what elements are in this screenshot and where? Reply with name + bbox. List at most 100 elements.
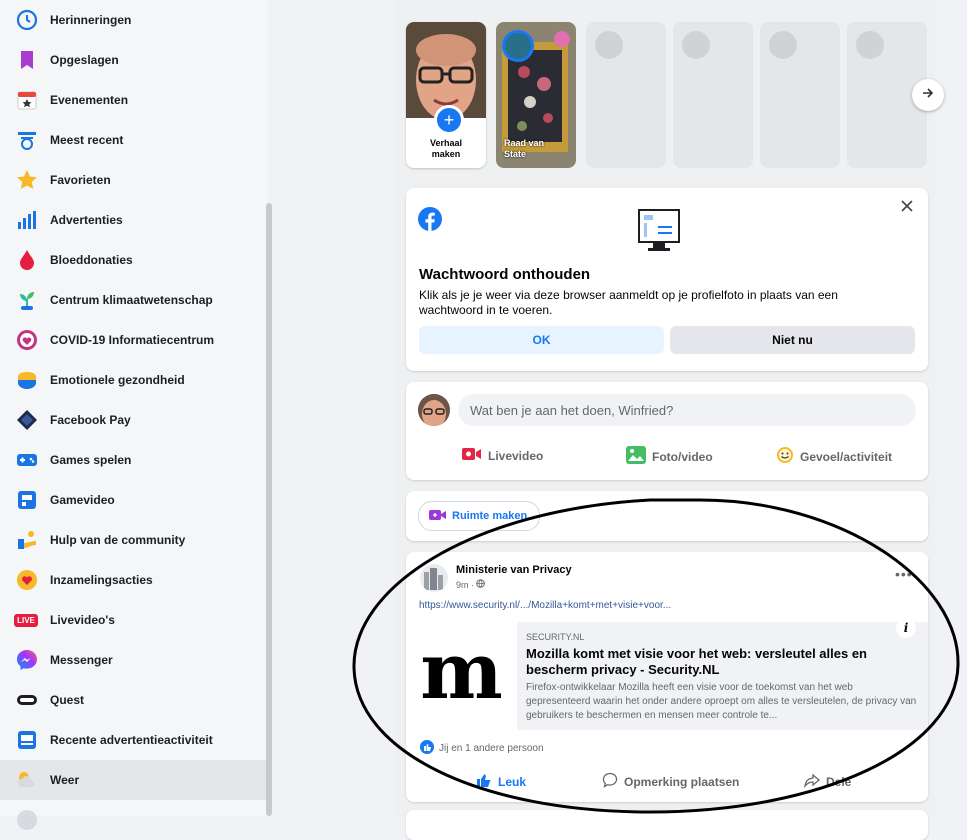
ads-chart-icon xyxy=(16,209,38,231)
comment-label: Opmerking plaatsen xyxy=(624,774,740,789)
create-story-card[interactable]: + Verhaal maken xyxy=(406,22,486,168)
story-avatar-placeholder xyxy=(595,31,623,59)
share-button[interactable]: Dele xyxy=(804,772,851,791)
sidebar-item-favorieten[interactable]: Favorieten xyxy=(0,160,268,200)
sidebar-item-gamevideo[interactable]: Gamevideo xyxy=(0,480,268,520)
not-now-button[interactable]: Niet nu xyxy=(670,326,915,354)
feeling-activity-label: Gevoel/activiteit xyxy=(800,449,893,464)
blood-drop-icon xyxy=(16,249,38,271)
sidebar-item-label: Hulp van de community xyxy=(50,533,186,547)
ok-button[interactable]: OK xyxy=(419,326,664,354)
avatar[interactable] xyxy=(418,394,450,426)
post-author[interactable]: Ministerie van Privacy xyxy=(456,564,572,576)
sidebar-item-label: Gamevideo xyxy=(50,493,115,507)
ad-activity-icon xyxy=(16,729,38,751)
sidebar-item-weer[interactable]: Weer xyxy=(0,760,268,800)
arrow-right-icon xyxy=(921,86,935,105)
post-link[interactable]: https://www.security.nl/.../Mozilla+komt… xyxy=(419,600,671,611)
community-help-icon xyxy=(16,529,38,551)
sidebar-item-advertenties[interactable]: Advertenties xyxy=(0,200,268,240)
sidebar-item-quest[interactable]: Quest xyxy=(0,680,268,720)
sidebar-item-label: Weer xyxy=(50,773,80,787)
fundraiser-icon xyxy=(16,569,38,591)
sidebar-scrollbar[interactable] xyxy=(266,203,272,816)
add-story-button[interactable]: + xyxy=(434,105,464,135)
sidebar-item-recente-advertentieactiviteit[interactable]: Recente advertentieactiviteit xyxy=(0,720,268,760)
story-raad-van-state[interactable]: Raad van State xyxy=(496,22,576,168)
reaction-summary[interactable]: Jij en 1 andere persoon xyxy=(420,740,544,757)
post-options-icon[interactable]: ••• xyxy=(895,566,913,582)
sidebar-item-hulp-van-de-community[interactable]: Hulp van de community xyxy=(0,520,268,560)
bookmark-icon xyxy=(16,49,38,71)
story-label: Raad van State xyxy=(504,138,545,159)
create-room-label: Ruimte maken xyxy=(452,510,528,522)
sidebar-item-evenementen[interactable]: Evenementen xyxy=(0,80,268,120)
sidebar-item-label: Facebook Pay xyxy=(50,413,131,427)
create-room-button[interactable]: Ruimte maken xyxy=(418,501,541,531)
feeling-activity-button[interactable]: Gevoel/activiteit xyxy=(776,446,892,467)
sidebar-item-label: Livevideo's xyxy=(50,613,115,627)
like-reaction-icon xyxy=(420,740,434,757)
link-preview[interactable]: m SECURITY.NL Mozilla komt met visie voo… xyxy=(406,618,928,730)
globe-icon xyxy=(476,579,485,590)
sidebar-item-games-spelen[interactable]: Games spelen xyxy=(0,440,268,480)
composer-placeholder: Wat ben je aan het doen, Winfried? xyxy=(470,402,674,418)
sidebar-item-label: Games spelen xyxy=(50,453,132,467)
story-avatar-placeholder xyxy=(682,31,710,59)
like-label: Leuk xyxy=(498,774,527,789)
photo-video-button[interactable]: Foto/video xyxy=(626,446,713,467)
remember-password-card: Wachtwoord onthouden Klik als je je weer… xyxy=(406,188,928,371)
post-time[interactable]: 9m · xyxy=(456,580,474,590)
sidebar-item-label: Centrum klimaatwetenschap xyxy=(50,293,213,307)
create-story-label: Verhaal maken xyxy=(429,138,463,159)
sidebar-item-inzamelingsacties[interactable]: Inzamelingsacties xyxy=(0,560,268,600)
sidebar-item-next[interactable] xyxy=(0,800,268,840)
star-icon xyxy=(16,169,38,191)
messenger-icon xyxy=(16,649,38,671)
share-icon xyxy=(804,772,821,791)
post-meta: 9m · xyxy=(456,579,485,590)
photo-video-label: Foto/video xyxy=(652,449,713,464)
info-icon[interactable]: i xyxy=(896,618,916,638)
share-label: Dele xyxy=(826,774,852,789)
composer-input[interactable]: Wat ben je aan het doen, Winfried? xyxy=(458,394,916,426)
preview-description: Firefox-ontwikkelaar Mozilla heeft een v… xyxy=(526,682,917,721)
more-icon xyxy=(16,809,38,831)
comment-icon xyxy=(602,772,618,791)
sidebar-item-meest-recent[interactable]: Meest recent xyxy=(0,120,268,160)
live-icon: LIVE xyxy=(13,609,39,631)
sidebar-item-label: Herinneringen xyxy=(50,13,132,27)
smiley-icon xyxy=(776,446,794,467)
card-title: Wachtwoord onthouden xyxy=(419,266,591,283)
plus-icon: + xyxy=(443,110,455,130)
sidebar-item-facebook-pay[interactable]: Facebook Pay xyxy=(0,400,268,440)
sidebar-item-label: COVID-19 Informatiecentrum xyxy=(50,333,215,347)
sidebar-item-covid-19[interactable]: COVID-19 Informatiecentrum xyxy=(0,320,268,360)
sidebar-item-emotionele-gezondheid[interactable]: Emotionele gezondheid xyxy=(0,360,268,400)
comment-button[interactable]: Opmerking plaatsen xyxy=(602,772,739,791)
sidebar-item-label: Favorieten xyxy=(50,173,111,187)
story-placeholder xyxy=(586,22,666,168)
close-icon[interactable] xyxy=(899,198,915,219)
emotional-health-icon xyxy=(16,369,38,391)
stories-next-button[interactable] xyxy=(912,79,944,111)
story-placeholder xyxy=(673,22,753,168)
sidebar-item-opgeslagen[interactable]: Opgeslagen xyxy=(0,40,268,80)
sidebar-item-livevideos[interactable]: LIVE Livevideo's xyxy=(0,600,268,640)
like-button[interactable]: Leuk xyxy=(476,772,526,791)
sidebar-item-centrum-klimaatwetenschap[interactable]: Centrum klimaatwetenschap xyxy=(0,280,268,320)
thumbs-up-icon xyxy=(476,772,492,791)
sidebar-item-label: Quest xyxy=(50,693,85,707)
card-body: Klik als je je weer via deze browser aan… xyxy=(419,288,838,317)
sidebar-item-label: Inzamelingsacties xyxy=(50,573,153,587)
sidebar-item-bloeddonaties[interactable]: Bloeddonaties xyxy=(0,240,268,280)
sidebar-item-herinneringen[interactable]: Herinneringen xyxy=(0,0,268,40)
live-video-button[interactable]: Livevideo xyxy=(462,446,543,465)
sidebar-item-label: Messenger xyxy=(50,653,113,667)
sidebar-item-label: Emotionele gezondheid xyxy=(50,373,185,387)
computer-illustration-icon xyxy=(636,208,682,259)
page-avatar[interactable] xyxy=(420,564,448,592)
calendar-icon xyxy=(16,89,38,111)
room-video-icon xyxy=(429,509,447,524)
sidebar-item-messenger[interactable]: Messenger xyxy=(0,640,268,680)
